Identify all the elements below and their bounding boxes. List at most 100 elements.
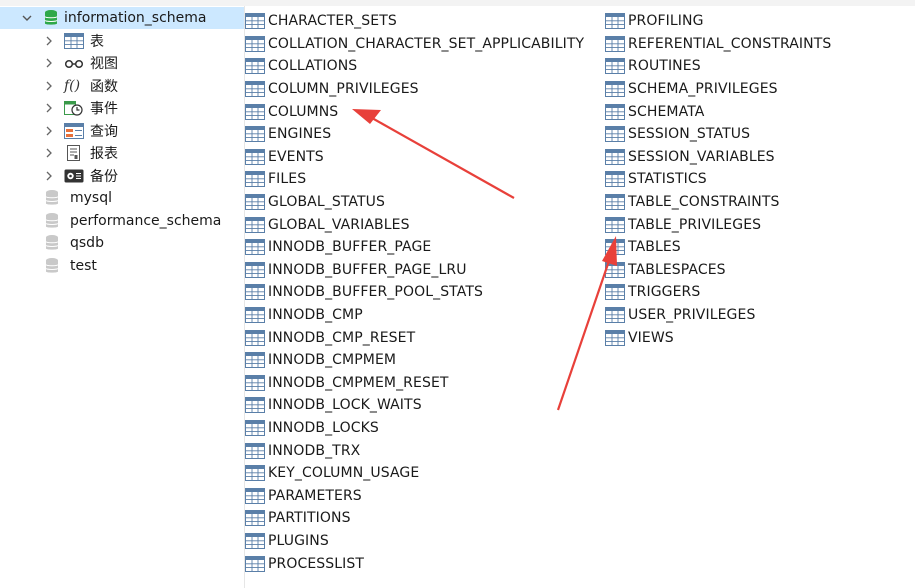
table-item[interactable]: CHARACTER_SETS — [245, 10, 584, 33]
table-icon — [605, 307, 625, 324]
tree-db-information-schema[interactable]: information_schema — [0, 7, 244, 29]
table-icon — [245, 352, 265, 369]
table-icon — [245, 261, 265, 278]
table-item[interactable]: GLOBAL_STATUS — [245, 191, 584, 214]
category-label: 表 — [90, 33, 104, 50]
chevron-right-icon[interactable] — [44, 148, 54, 158]
table-item[interactable]: FILES — [245, 168, 584, 191]
table-item[interactable]: INNODB_CMPMEM — [245, 349, 584, 372]
table-item[interactable]: INNODB_CMP — [245, 304, 584, 327]
table-item[interactable]: TRIGGERS — [605, 281, 831, 304]
table-icon — [245, 419, 265, 436]
table-item[interactable]: GLOBAL_VARIABLES — [245, 213, 584, 236]
table-item[interactable]: INNODB_BUFFER_PAGE — [245, 236, 584, 259]
table-item[interactable]: INNODB_LOCK_WAITS — [245, 394, 584, 417]
table-icon — [605, 126, 625, 143]
table-item[interactable]: VIEWS — [605, 326, 831, 349]
tree-db-test[interactable]: test — [0, 255, 97, 277]
table-item[interactable]: COLUMN_PRIVILEGES — [245, 78, 584, 101]
table-item[interactable]: ROUTINES — [605, 55, 831, 78]
table-item[interactable]: TABLES — [605, 236, 831, 259]
table-icon — [245, 239, 265, 256]
tree-category-functions[interactable]: f() 函数 — [0, 75, 118, 97]
table-item[interactable]: PARAMETERS — [245, 484, 584, 507]
table-name: COLLATION_CHARACTER_SET_APPLICABILITY — [268, 35, 585, 52]
table-icon — [605, 35, 625, 52]
table-name: TABLES — [628, 239, 681, 256]
tree-db-mysql[interactable]: mysql — [0, 187, 112, 209]
tree-category-views[interactable]: 视图 — [0, 52, 118, 74]
chevron-right-icon[interactable] — [44, 103, 54, 113]
chevron-right-icon[interactable] — [44, 81, 54, 91]
table-item[interactable]: SESSION_STATUS — [605, 123, 831, 146]
table-item[interactable]: ENGINES — [245, 123, 584, 146]
table-item[interactable]: INNODB_CMPMEM_RESET — [245, 372, 584, 395]
table-list-panel: CHARACTER_SETS COLLATION_CHARACTER_SET_AP… — [245, 6, 915, 588]
table-icon — [245, 171, 265, 188]
view-icon — [64, 55, 84, 71]
chevron-right-icon[interactable] — [44, 58, 54, 68]
database-icon — [45, 212, 59, 230]
tree-category-queries[interactable]: 查询 — [0, 120, 118, 142]
table-item[interactable]: SCHEMATA — [605, 100, 831, 123]
table-icon — [245, 284, 265, 301]
table-icon — [245, 13, 265, 30]
tree-category-tables[interactable]: 表 — [0, 30, 104, 52]
tree-category-events[interactable]: 事件 — [0, 97, 118, 119]
table-item[interactable]: COLUMNS — [245, 100, 584, 123]
chevron-right-icon[interactable] — [44, 36, 54, 46]
table-item[interactable]: INNODB_CMP_RESET — [245, 326, 584, 349]
table-item[interactable]: INNODB_LOCKS — [245, 417, 584, 440]
db-name: test — [70, 257, 97, 274]
table-name: COLUMN_PRIVILEGES — [268, 81, 419, 98]
table-name: PLUGINS — [268, 532, 329, 549]
table-item[interactable]: USER_PRIVILEGES — [605, 304, 831, 327]
function-icon: f() — [64, 77, 81, 94]
table-name: ROUTINES — [628, 58, 701, 75]
table-item[interactable]: SCHEMA_PRIVILEGES — [605, 78, 831, 101]
table-item[interactable]: TABLE_PRIVILEGES — [605, 213, 831, 236]
chevron-down-icon[interactable] — [22, 13, 32, 23]
table-item[interactable]: KEY_COLUMN_USAGE — [245, 462, 584, 485]
table-name: USER_PRIVILEGES — [628, 307, 756, 324]
table-item[interactable]: INNODB_BUFFER_POOL_STATS — [245, 281, 584, 304]
table-item[interactable]: COLLATION_CHARACTER_SET_APPLICABILITY — [245, 33, 584, 56]
table-name: INNODB_CMP_RESET — [268, 329, 416, 346]
tree-category-reports[interactable]: 报表 — [0, 142, 118, 164]
table-item[interactable]: PARTITIONS — [245, 507, 584, 530]
table-name: INNODB_CMP — [268, 307, 363, 324]
table-name: GLOBAL_STATUS — [268, 194, 385, 211]
table-icon — [605, 284, 625, 301]
table-name: TABLE_CONSTRAINTS — [628, 194, 780, 211]
table-item[interactable]: INNODB_TRX — [245, 439, 584, 462]
category-label: 事件 — [90, 101, 118, 117]
table-item[interactable]: SESSION_VARIABLES — [605, 146, 831, 169]
backup-icon — [64, 168, 84, 184]
tree-db-performance-schema[interactable]: performance_schema — [0, 210, 221, 232]
table-item[interactable]: TABLE_CONSTRAINTS — [605, 191, 831, 214]
db-name: information_schema — [64, 10, 207, 26]
table-item[interactable]: PROCESSLIST — [245, 552, 584, 575]
table-item[interactable]: PROFILING — [605, 10, 831, 33]
table-name: GLOBAL_VARIABLES — [268, 216, 410, 233]
table-item[interactable]: EVENTS — [245, 146, 584, 169]
table-item[interactable]: STATISTICS — [605, 168, 831, 191]
table-item[interactable]: PLUGINS — [245, 530, 584, 553]
chevron-right-icon[interactable] — [44, 126, 54, 136]
tree-db-qsdb[interactable]: qsdb — [0, 232, 104, 254]
tree-category-backups[interactable]: 备份 — [0, 165, 118, 187]
table-icon — [245, 58, 265, 75]
table-name: CHARACTER_SETS — [268, 13, 397, 30]
table-name: INNODB_LOCK_WAITS — [268, 397, 422, 414]
table-item[interactable]: TABLESPACES — [605, 259, 831, 282]
table-name: TRIGGERS — [628, 284, 701, 301]
table-icon — [245, 374, 265, 391]
table-name: VIEWS — [628, 329, 674, 346]
report-icon — [64, 145, 84, 161]
table-item[interactable]: INNODB_BUFFER_PAGE_LRU — [245, 259, 584, 282]
table-name: COLLATIONS — [268, 58, 358, 75]
chevron-right-icon[interactable] — [44, 171, 54, 181]
table-item[interactable]: REFERENTIAL_CONSTRAINTS — [605, 33, 831, 56]
table-item[interactable]: COLLATIONS — [245, 55, 584, 78]
table-name: INNODB_BUFFER_PAGE — [268, 239, 432, 256]
